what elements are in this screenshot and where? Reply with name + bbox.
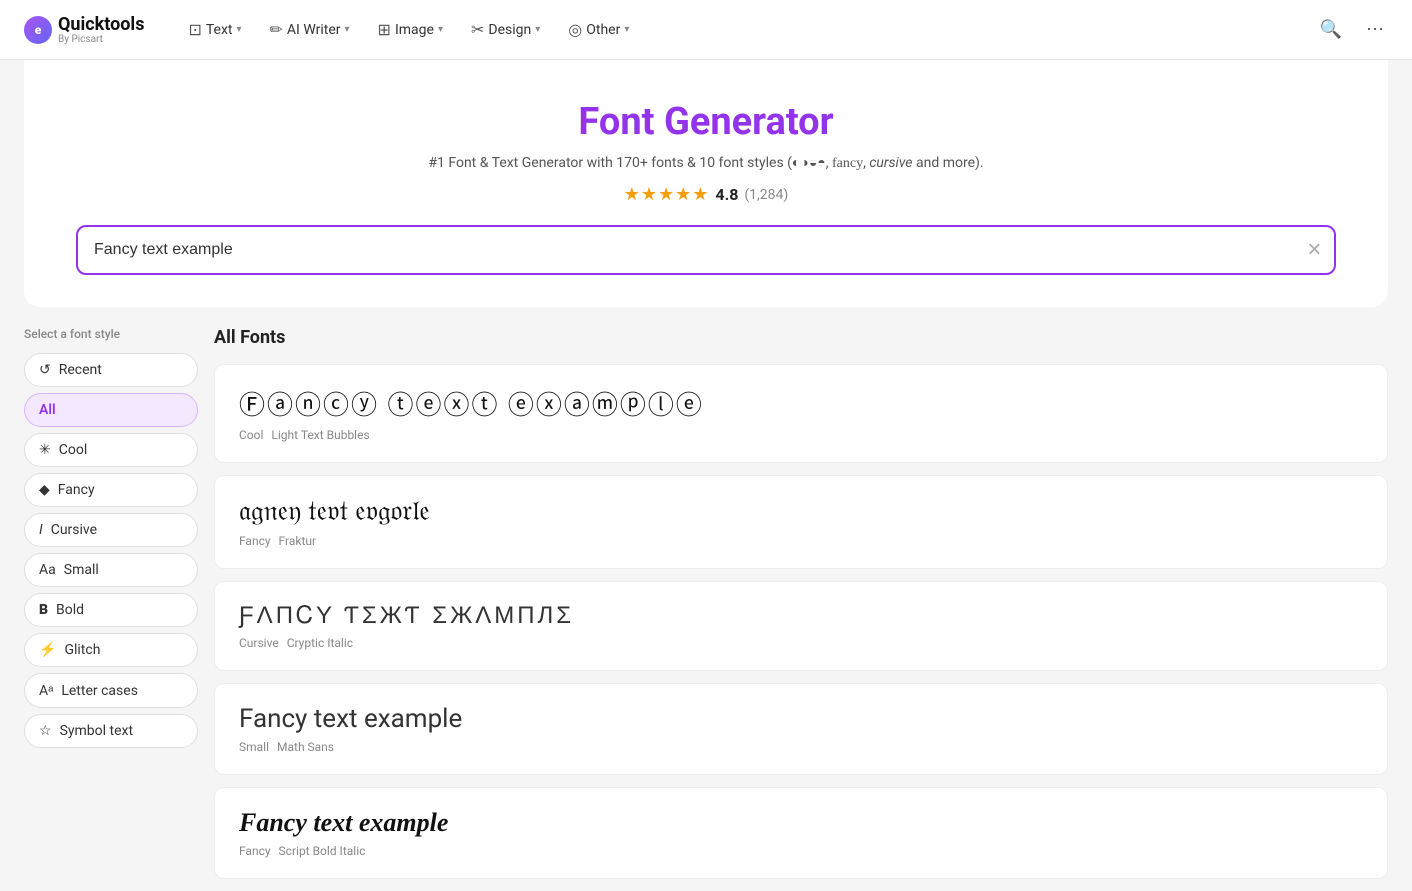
sidebar-recent-label: Recent xyxy=(59,362,102,378)
font-tag-math-sans: Math Sans xyxy=(277,740,334,754)
hero-section: Font Generator #1 Font & Text Generator … xyxy=(24,60,1388,307)
nav-item-image[interactable]: ⊞ Image ▾ xyxy=(366,14,455,45)
main-layout: Select a font style ↺ Recent All ✳ Cool … xyxy=(0,327,1412,891)
nav-item-text[interactable]: ⊡ Text ▾ xyxy=(176,14,253,45)
sidebar-letter-label: Letter cases xyxy=(61,683,138,699)
font-tag-script-bold: Script Bold Italic xyxy=(279,844,366,858)
cursive-icon: I xyxy=(39,522,43,538)
nav-item-other[interactable]: ◎ Other ▾ xyxy=(556,14,641,45)
sidebar-label: Select a font style xyxy=(24,327,198,341)
font-tag-cool: Cool xyxy=(239,428,263,442)
search-input[interactable] xyxy=(76,225,1336,275)
font-tags-bubbles: Cool Light Text Bubbles xyxy=(239,428,1363,442)
sidebar-item-cursive[interactable]: I Cursive xyxy=(24,513,198,547)
search-wrapper: ✕ xyxy=(76,225,1336,275)
sidebar-item-all[interactable]: All xyxy=(24,393,198,427)
font-card-script-bold[interactable]: Fancy text example Fancy Script Bold Ita… xyxy=(214,787,1388,879)
rating-value: 4.8 xyxy=(715,185,738,204)
star-icons: ★★★★★ xyxy=(624,184,710,205)
cool-icon: ✳ xyxy=(39,442,51,458)
other-icon: ◎ xyxy=(568,20,582,39)
chevron-down-icon: ▾ xyxy=(345,24,350,35)
sidebar-items: ↺ Recent All ✳ Cool ◆ Fancy I Cursive Aa… xyxy=(24,353,198,748)
image-icon: ⊞ xyxy=(378,20,391,39)
navbar-right: 🔍 ⋯ xyxy=(1316,15,1388,44)
navbar-left: e Quicktools By Picsart ⊡ Text ▾ ✏ AI Wr… xyxy=(24,14,641,45)
font-tag-small: Small xyxy=(239,740,269,754)
font-preview-cryptic: ƑΛПᏟY ƬΣЖƬ ΣЖΛMПЛΣ xyxy=(239,602,1363,630)
sidebar-bold-label: Bold xyxy=(56,602,84,618)
logo-text: Quicktools By Picsart xyxy=(58,14,144,45)
letter-cases-icon: Aᵃ xyxy=(39,682,53,699)
font-preview-math-sans: Fancy text example xyxy=(239,704,1363,734)
font-card-math-sans[interactable]: Fancy text example Small Math Sans xyxy=(214,683,1388,775)
sidebar-item-bold[interactable]: B Bold xyxy=(24,593,198,627)
nav-ai-label: AI Writer xyxy=(287,22,341,38)
sidebar-item-small[interactable]: Aa Small xyxy=(24,553,198,587)
sidebar-all-label: All xyxy=(39,402,56,418)
logo-brand: Quicktools xyxy=(58,14,144,35)
sidebar-small-label: Small xyxy=(64,562,99,578)
small-icon: Aa xyxy=(39,562,56,578)
chevron-down-icon: ▾ xyxy=(535,24,540,35)
font-preview-bubbles: Ⓕⓐⓝⓒⓨ ⓣⓔⓧⓣ ⓔⓧⓐⓜⓟⓛⓔ xyxy=(239,385,1363,422)
nav-text-label: Text xyxy=(206,22,233,38)
sidebar-cursive-label: Cursive xyxy=(51,522,97,538)
font-tag-light-bubbles: Light Text Bubbles xyxy=(271,428,369,442)
font-card-cryptic[interactable]: ƑΛПᏟY ƬΣЖƬ ΣЖΛMПЛΣ Cursive Cryptic Itali… xyxy=(214,581,1388,671)
share-button[interactable]: ⋯ xyxy=(1362,15,1388,44)
font-card-bubbles[interactable]: Ⓕⓐⓝⓒⓨ ⓣⓔⓧⓣ ⓔⓧⓐⓜⓟⓛⓔ Cool Light Text Bubbl… xyxy=(214,364,1388,463)
design-icon: ✂ xyxy=(471,20,484,39)
fonts-section-title: All Fonts xyxy=(214,327,1388,348)
font-card-fraktur[interactable]: 𝔞𝔤𝔫𝔢𝔶 𝔱𝔢𝔳𝔱 𝔢𝔳𝔤𝔬𝔯𝔩𝔢 Fancy Fraktur xyxy=(214,475,1388,569)
font-tags-script-bold: Fancy Script Bold Italic xyxy=(239,844,1363,858)
fancy-icon: ◆ xyxy=(39,482,50,498)
font-tag-fancy2: Fancy xyxy=(239,844,271,858)
sidebar-cool-label: Cool xyxy=(59,442,88,458)
nav-items: ⊡ Text ▾ ✏ AI Writer ▾ ⊞ Image ▾ ✂ Desig… xyxy=(176,14,641,45)
recent-icon: ↺ xyxy=(39,362,51,378)
nav-other-label: Other xyxy=(586,22,620,38)
chevron-down-icon: ▾ xyxy=(438,24,443,35)
rating-section: ★★★★★ 4.8 (1,284) xyxy=(48,184,1364,205)
search-button[interactable]: 🔍 xyxy=(1316,15,1346,44)
hero-subtitle: #1 Font & Text Generator with 170+ fonts… xyxy=(48,154,1364,172)
nav-item-design[interactable]: ✂ Design ▾ xyxy=(459,14,552,45)
font-tags-cryptic: Cursive Cryptic Italic xyxy=(239,636,1363,650)
chevron-down-icon: ▾ xyxy=(236,24,241,35)
font-tag-fraktur: Fraktur xyxy=(279,534,317,548)
chevron-down-icon: ▾ xyxy=(624,24,629,35)
nav-design-label: Design xyxy=(488,22,531,38)
sidebar-item-cool[interactable]: ✳ Cool xyxy=(24,433,198,467)
font-preview-fraktur: 𝔞𝔤𝔫𝔢𝔶 𝔱𝔢𝔳𝔱 𝔢𝔳𝔤𝔬𝔯𝔩𝔢 xyxy=(239,496,1363,528)
logo-sub: By Picsart xyxy=(58,35,144,45)
glitch-icon: ⚡ xyxy=(39,642,56,658)
text-icon: ⊡ xyxy=(188,20,201,39)
font-tags-fraktur: Fancy Fraktur xyxy=(239,534,1363,548)
logo[interactable]: e Quicktools By Picsart xyxy=(24,14,144,45)
bold-icon: B xyxy=(39,602,48,618)
font-tag-fancy: Fancy xyxy=(239,534,271,548)
rating-count: (1,284) xyxy=(744,187,788,203)
sidebar-item-recent[interactable]: ↺ Recent xyxy=(24,353,198,387)
fonts-area: All Fonts Ⓕⓐⓝⓒⓨ ⓣⓔⓧⓣ ⓔⓧⓐⓜⓟⓛⓔ Cool Light … xyxy=(214,327,1388,891)
navbar: e Quicktools By Picsart ⊡ Text ▾ ✏ AI Wr… xyxy=(0,0,1412,60)
logo-icon: e xyxy=(24,16,52,44)
font-tag-cursive: Cursive xyxy=(239,636,279,650)
sidebar-item-fancy[interactable]: ◆ Fancy xyxy=(24,473,198,507)
clear-search-button[interactable]: ✕ xyxy=(1307,240,1322,261)
nav-image-label: Image xyxy=(395,22,434,38)
font-tag-cryptic: Cryptic Italic xyxy=(287,636,353,650)
page-title: Font Generator xyxy=(48,100,1364,144)
nav-item-ai-writer[interactable]: ✏ AI Writer ▾ xyxy=(258,14,362,45)
font-tags-math-sans: Small Math Sans xyxy=(239,740,1363,754)
sidebar-glitch-label: Glitch xyxy=(64,642,100,658)
sidebar: Select a font style ↺ Recent All ✳ Cool … xyxy=(24,327,214,891)
font-preview-script-bold: Fancy text example xyxy=(239,808,1363,838)
sidebar-item-glitch[interactable]: ⚡ Glitch xyxy=(24,633,198,667)
ai-writer-icon: ✏ xyxy=(270,20,283,39)
sidebar-fancy-label: Fancy xyxy=(58,482,95,498)
sidebar-item-symbol-text[interactable]: ☆ Symbol text xyxy=(24,714,198,748)
sidebar-item-letter-cases[interactable]: Aᵃ Letter cases xyxy=(24,673,198,708)
